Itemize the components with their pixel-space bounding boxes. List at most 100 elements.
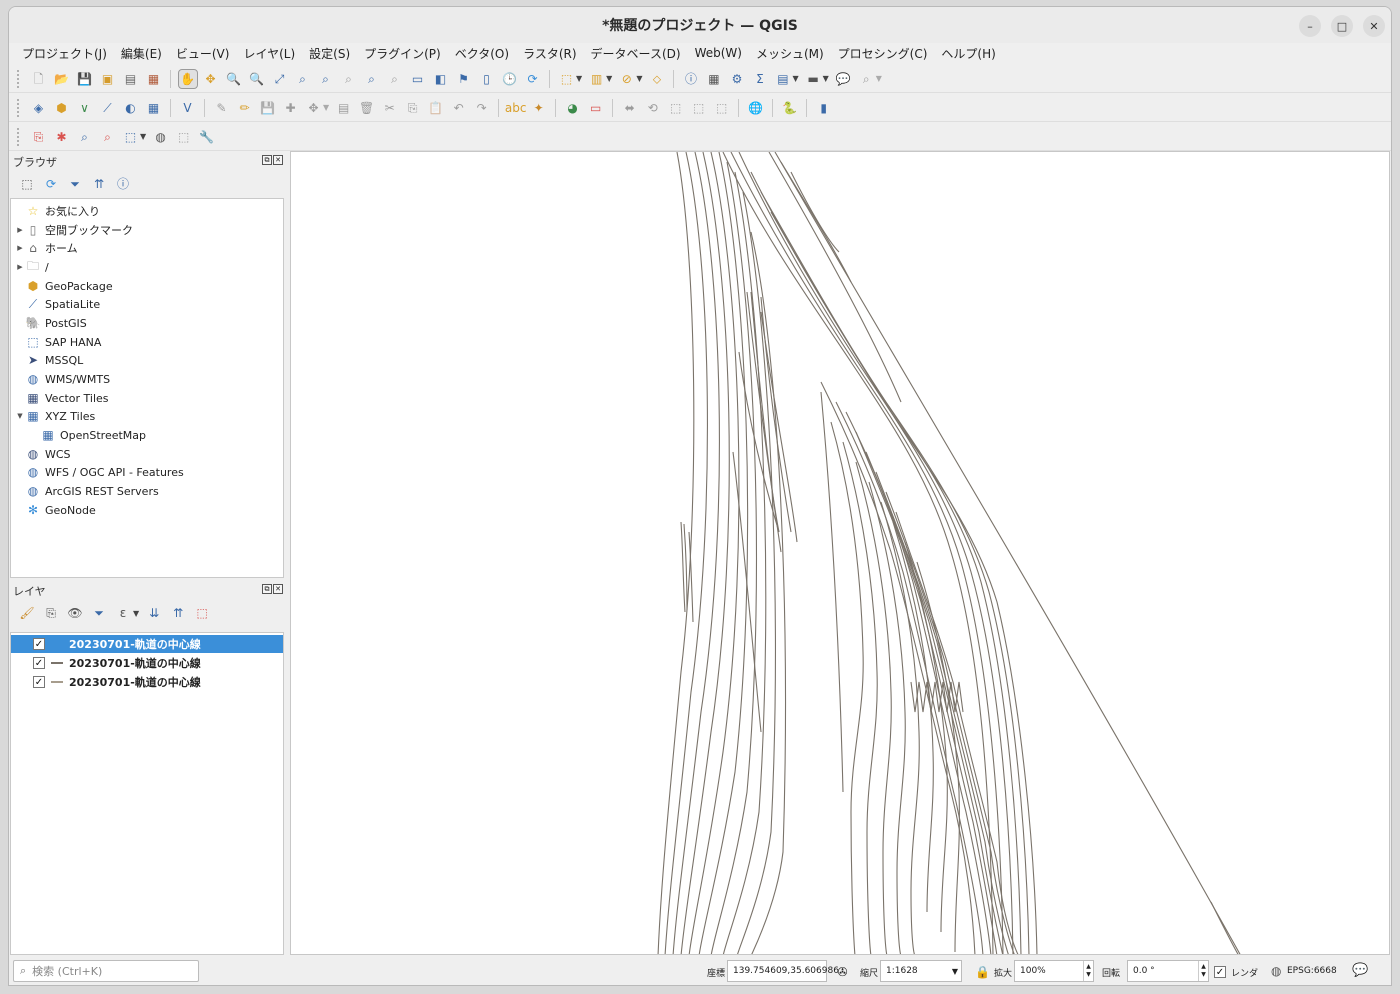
- chevron-down-icon[interactable]: ▼: [140, 132, 146, 141]
- zoom-last-icon[interactable]: ⌕: [363, 70, 381, 88]
- zoom-to-point-icon[interactable]: ⌕: [76, 128, 94, 146]
- plugin-globe-icon[interactable]: 🌐: [747, 99, 765, 117]
- new-bookmark-icon[interactable]: ⚑: [455, 70, 473, 88]
- zoom-to-layer-extent-icon[interactable]: ⌕: [99, 128, 117, 146]
- expander-arrow[interactable]: ▶: [15, 244, 25, 252]
- field-calculator-icon[interactable]: ▤: [774, 70, 792, 88]
- chevron-down-icon[interactable]: ▼: [952, 967, 958, 976]
- label-properties-icon[interactable]: ⬚: [713, 99, 731, 117]
- browser-tree[interactable]: ☆ お気に入り ▶ ▯ 空間ブックマーク ▶ ⌂ ホーム ▶ 🗀 / ⬢ GeoPackage …: [10, 198, 284, 578]
- spin-arrows-icon[interactable]: ▲ ▼: [1198, 961, 1208, 981]
- diagram-tool-icon[interactable]: ◕: [564, 99, 582, 117]
- close-panel-icon[interactable]: ✕: [273, 155, 283, 165]
- change-label-icon[interactable]: ⬚: [667, 99, 685, 117]
- rotate-label-icon[interactable]: ⟲: [644, 99, 662, 117]
- remove-layer-icon[interactable]: ⬚: [193, 604, 211, 622]
- new-spatialite-layer-icon[interactable]: ⟋: [99, 99, 117, 117]
- toolbar-grip[interactable]: [17, 69, 21, 88]
- refresh-icon[interactable]: ⟳: [524, 70, 542, 88]
- refresh-icon[interactable]: ⟳: [42, 175, 60, 193]
- browser-item-spatial-bookmarks[interactable]: ▶ ▯ 空間ブックマーク: [15, 221, 133, 239]
- plugin-book-icon[interactable]: ▮: [815, 99, 833, 117]
- vertex-tool-icon[interactable]: ✥: [305, 99, 323, 117]
- close-panel-icon[interactable]: ✕: [273, 584, 283, 594]
- label-highlight-icon[interactable]: ▭: [587, 99, 605, 117]
- wrench-icon[interactable]: 🔧: [198, 128, 216, 146]
- new-layer-from-selection-icon[interactable]: ⎘: [30, 128, 48, 146]
- chevron-down-icon[interactable]: ▼: [576, 74, 582, 83]
- browser-item-root[interactable]: ▶ 🗀 /: [15, 258, 48, 276]
- expand-all-icon[interactable]: ⇊: [145, 604, 163, 622]
- map-tips-icon[interactable]: 💬: [834, 70, 852, 88]
- browser-item-geonode[interactable]: ✻ GeoNode: [15, 501, 96, 519]
- menu-processing[interactable]: プロセシング(C): [831, 45, 935, 62]
- locator-search[interactable]: ⌕: [13, 960, 199, 982]
- modify-attributes-icon[interactable]: ▤: [335, 99, 353, 117]
- toolbar-grip[interactable]: [17, 98, 21, 117]
- move-label-icon[interactable]: ⬌: [621, 99, 639, 117]
- menu-layer[interactable]: レイヤ(L): [236, 45, 302, 62]
- menu-view[interactable]: ビュー(V): [169, 45, 237, 62]
- coordinate-field[interactable]: 139.754609,35.606986: [727, 960, 839, 982]
- expander-arrow[interactable]: ▼: [15, 412, 25, 420]
- open-layer-styling-icon[interactable]: 🖌: [18, 604, 36, 622]
- toggle-editing-icon[interactable]: ✏: [236, 99, 254, 117]
- menu-raster[interactable]: ラスタ(R): [516, 45, 583, 62]
- layer-visibility-checkbox[interactable]: ✓: [33, 676, 45, 688]
- menu-database[interactable]: データベース(D): [584, 45, 688, 62]
- filter-icon[interactable]: ⏷: [66, 175, 84, 193]
- add-selected-layers-icon[interactable]: ⬚: [18, 175, 36, 193]
- browser-item-arcgis-rest[interactable]: ◍ ArcGIS REST Servers: [15, 482, 159, 500]
- collapse-all-icon[interactable]: ⇈: [90, 175, 108, 193]
- layer-row[interactable]: ✓ 20230701-軌道の中心線: [11, 635, 283, 653]
- browser-item-mssql[interactable]: ➤ MSSQL: [15, 351, 83, 369]
- chevron-down-icon[interactable]: ▼: [636, 74, 642, 83]
- layout-manager-icon[interactable]: ▤: [122, 70, 140, 88]
- chevron-down-icon[interactable]: ▼: [133, 609, 139, 618]
- browser-item-geopackage[interactable]: ⬢ GeoPackage: [15, 277, 113, 295]
- expander-arrow[interactable]: ▶: [15, 226, 25, 234]
- add-feature-icon[interactable]: ✚: [282, 99, 300, 117]
- label-pin-icon[interactable]: ✦: [530, 99, 548, 117]
- browser-item-wfs[interactable]: ◍ WFS / OGC API - Features: [15, 463, 184, 481]
- menu-web[interactable]: Web(W): [688, 46, 749, 60]
- identify-features-icon[interactable]: ⓘ: [682, 70, 700, 88]
- current-edits-icon[interactable]: ✎: [213, 99, 231, 117]
- menu-help[interactable]: ヘルプ(H): [934, 45, 1002, 62]
- chevron-down-icon[interactable]: ▼: [876, 74, 882, 83]
- menu-vector[interactable]: ベクタ(O): [448, 45, 516, 62]
- crs-globe-icon[interactable]: ◍: [1271, 964, 1281, 978]
- move-selection-icon[interactable]: ⬦: [648, 70, 666, 88]
- select-by-value-icon[interactable]: ▥: [588, 70, 606, 88]
- magnifier-spinbox[interactable]: 100% ▲ ▼: [1014, 960, 1094, 982]
- locator-search-input[interactable]: [32, 964, 183, 978]
- chevron-down-icon[interactable]: ▼: [323, 103, 329, 112]
- paste-features-icon[interactable]: 📋: [427, 99, 445, 117]
- zoom-in-icon[interactable]: 🔍: [225, 70, 243, 88]
- open-project-icon[interactable]: 📂: [53, 70, 71, 88]
- float-panel-icon[interactable]: ⧉: [262, 584, 272, 594]
- select-features-icon[interactable]: ⬚: [558, 70, 576, 88]
- cut-features-icon[interactable]: ✂: [381, 99, 399, 117]
- toggle-extents-icon[interactable]: ✇: [834, 963, 852, 981]
- delete-selected-icon[interactable]: 🗑: [358, 99, 376, 117]
- chevron-down-icon[interactable]: ▼: [792, 74, 798, 83]
- filter-legend-icon[interactable]: ⏷: [90, 604, 108, 622]
- snapping-icon[interactable]: ⬚: [175, 128, 193, 146]
- deselect-features-icon[interactable]: ⊘: [618, 70, 636, 88]
- lock-scale-icon[interactable]: 🔒: [974, 963, 992, 981]
- render-checkbox[interactable]: ✓: [1214, 966, 1226, 978]
- menu-mesh[interactable]: メッシュ(M): [749, 45, 831, 62]
- new-map-view-icon[interactable]: ▭: [409, 70, 427, 88]
- float-panel-icon[interactable]: ⧉: [262, 155, 272, 165]
- layer-row[interactable]: ✓ 20230701-軌道の中心線: [11, 673, 283, 691]
- menu-edit[interactable]: 編集(E): [114, 45, 169, 62]
- browser-item-spatialite[interactable]: ⟋ SpatiaLite: [15, 295, 100, 313]
- save-edits-icon[interactable]: 💾: [259, 99, 277, 117]
- new-mesh-layer-icon[interactable]: ▦: [145, 99, 163, 117]
- layer-visibility-checkbox[interactable]: ✓: [33, 638, 45, 650]
- undo-icon[interactable]: ↶: [450, 99, 468, 117]
- copy-features-icon[interactable]: ⎘: [404, 99, 422, 117]
- point-cloud-icon[interactable]: ✱: [53, 128, 71, 146]
- new-geopackage-layer-icon[interactable]: ⬢: [53, 99, 71, 117]
